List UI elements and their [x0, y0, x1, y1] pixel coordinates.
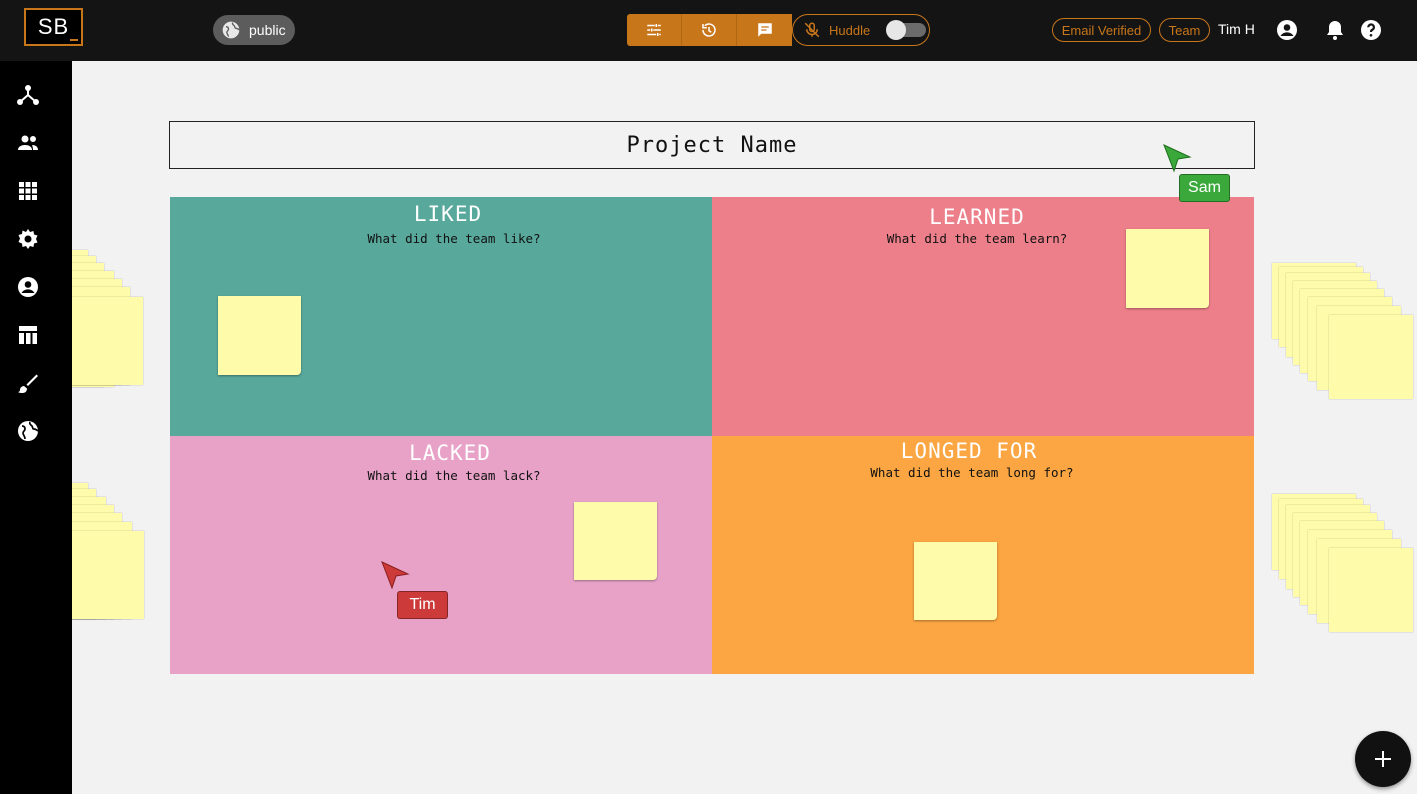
- history-icon: [702, 23, 716, 37]
- sidebar: [0, 61, 72, 794]
- chat-icon: [757, 23, 772, 37]
- user-name[interactable]: Tim H: [1218, 21, 1255, 37]
- mic-off-icon: [804, 22, 820, 38]
- add-button[interactable]: [1355, 731, 1411, 787]
- bell-icon[interactable]: [1323, 18, 1347, 42]
- huddle-control[interactable]: Huddle: [792, 14, 930, 46]
- history-button[interactable]: [682, 14, 737, 46]
- sticky-note[interactable]: [574, 502, 657, 580]
- quadrant-title: LEARNED: [929, 205, 1025, 229]
- chat-button[interactable]: [737, 14, 792, 46]
- toggle-knob: [886, 20, 907, 40]
- quadrant-subtitle: What did the team like?: [367, 231, 541, 246]
- sticky-note[interactable]: [914, 542, 997, 620]
- plus-icon: [1375, 751, 1391, 767]
- quadrant-subtitle: What did the team lack?: [367, 468, 541, 483]
- quadrant-title: LONGED FOR: [900, 439, 1038, 463]
- gear-icon[interactable]: [16, 227, 40, 251]
- sticky-note[interactable]: [218, 296, 301, 375]
- quadrant-lacked[interactable]: LACKED What did the team lack?: [170, 436, 712, 674]
- quadrant-learned[interactable]: LEARNED What did the team learn?: [712, 197, 1254, 436]
- cursor-sam-arrow-icon: [1163, 144, 1192, 173]
- team-chip[interactable]: Team: [1159, 18, 1210, 42]
- visibility-label: public: [249, 22, 286, 38]
- logo[interactable]: SB: [24, 8, 83, 46]
- cursor-label-sam: Sam: [1179, 174, 1230, 202]
- stack-note[interactable]: [1329, 315, 1413, 399]
- globe-icon[interactable]: [16, 419, 40, 443]
- people-icon[interactable]: [16, 131, 40, 155]
- sticky-note[interactable]: [1126, 229, 1209, 308]
- stack-note[interactable]: [72, 297, 143, 385]
- stack-note[interactable]: [72, 531, 144, 619]
- toolbar: [627, 14, 792, 46]
- brush-icon[interactable]: [16, 371, 40, 395]
- help-icon[interactable]: [1359, 18, 1383, 42]
- sliders-icon: [647, 24, 661, 36]
- huddle-toggle[interactable]: [886, 20, 927, 40]
- quadrant-longed-for[interactable]: LONGED FOR What did the team long for?: [712, 436, 1254, 674]
- email-verified-chip[interactable]: Email Verified: [1052, 18, 1151, 42]
- quadrant-subtitle: What did the team long for?: [870, 465, 1074, 480]
- huddle-label: Huddle: [829, 22, 871, 38]
- grid-icon[interactable]: [16, 179, 40, 203]
- quadrant-title: LIKED: [413, 202, 483, 226]
- top-bar: SB public Huddle Email Verified Team Tim…: [0, 0, 1417, 61]
- table-icon[interactable]: [16, 323, 40, 347]
- stack-note[interactable]: [1329, 548, 1413, 632]
- board-canvas[interactable]: Project Name LIKED What did the team lik…: [72, 61, 1417, 794]
- cursor-label-tim: Tim: [397, 591, 448, 619]
- settings-button[interactable]: [627, 14, 682, 46]
- quadrant-title: LACKED: [409, 441, 491, 465]
- globe-icon: [222, 21, 240, 39]
- account-circle-icon[interactable]: [16, 275, 40, 299]
- quadrant-liked[interactable]: LIKED What did the team like?: [170, 197, 712, 436]
- visibility-toggle[interactable]: public: [213, 15, 295, 45]
- account-icon[interactable]: [1275, 18, 1299, 42]
- hierarchy-icon[interactable]: [16, 83, 40, 107]
- project-title[interactable]: Project Name: [169, 121, 1255, 169]
- cursor-tim-arrow-icon: [381, 561, 410, 590]
- logo-text: SB: [37, 14, 70, 39]
